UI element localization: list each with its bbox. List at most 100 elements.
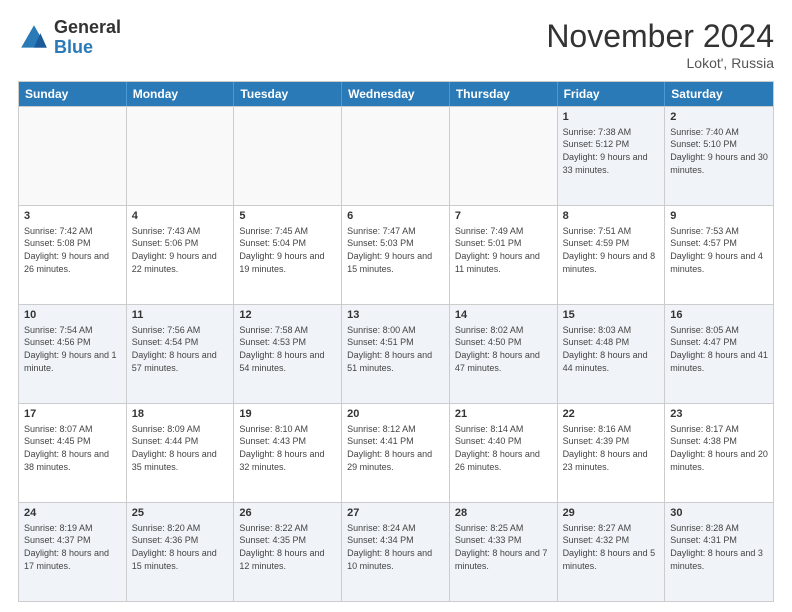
day-number-26: 26	[239, 506, 336, 521]
day-number-14: 14	[455, 308, 552, 323]
cell-info-25: Sunrise: 8:20 AM Sunset: 4:36 PM Dayligh…	[132, 522, 229, 572]
title-block: November 2024 Lokot', Russia	[546, 18, 774, 71]
cell-info-20: Sunrise: 8:12 AM Sunset: 4:41 PM Dayligh…	[347, 423, 444, 473]
day-number-17: 17	[24, 407, 121, 422]
calendar-row-2: 10Sunrise: 7:54 AM Sunset: 4:56 PM Dayli…	[19, 304, 773, 403]
cell-row1-col4: 7Sunrise: 7:49 AM Sunset: 5:01 PM Daylig…	[450, 206, 558, 304]
cell-row4-col3: 27Sunrise: 8:24 AM Sunset: 4:34 PM Dayli…	[342, 503, 450, 601]
cell-info-15: Sunrise: 8:03 AM Sunset: 4:48 PM Dayligh…	[563, 324, 660, 374]
day-number-8: 8	[563, 209, 660, 224]
day-number-10: 10	[24, 308, 121, 323]
day-number-30: 30	[670, 506, 768, 521]
day-number-5: 5	[239, 209, 336, 224]
header-thursday: Thursday	[450, 82, 558, 106]
cell-info-10: Sunrise: 7:54 AM Sunset: 4:56 PM Dayligh…	[24, 324, 121, 374]
day-number-22: 22	[563, 407, 660, 422]
cell-info-9: Sunrise: 7:53 AM Sunset: 4:57 PM Dayligh…	[670, 225, 768, 275]
day-number-21: 21	[455, 407, 552, 422]
cell-info-18: Sunrise: 8:09 AM Sunset: 4:44 PM Dayligh…	[132, 423, 229, 473]
day-number-25: 25	[132, 506, 229, 521]
cell-info-14: Sunrise: 8:02 AM Sunset: 4:50 PM Dayligh…	[455, 324, 552, 374]
header-saturday: Saturday	[665, 82, 773, 106]
header: General Blue November 2024 Lokot', Russi…	[18, 18, 774, 71]
cell-info-26: Sunrise: 8:22 AM Sunset: 4:35 PM Dayligh…	[239, 522, 336, 572]
cell-info-16: Sunrise: 8:05 AM Sunset: 4:47 PM Dayligh…	[670, 324, 768, 374]
day-number-24: 24	[24, 506, 121, 521]
cell-info-30: Sunrise: 8:28 AM Sunset: 4:31 PM Dayligh…	[670, 522, 768, 572]
cell-row2-col5: 15Sunrise: 8:03 AM Sunset: 4:48 PM Dayli…	[558, 305, 666, 403]
day-number-2: 2	[670, 110, 768, 125]
day-number-23: 23	[670, 407, 768, 422]
cell-info-5: Sunrise: 7:45 AM Sunset: 5:04 PM Dayligh…	[239, 225, 336, 275]
day-number-1: 1	[563, 110, 660, 125]
header-friday: Friday	[558, 82, 666, 106]
cell-row0-col5: 1Sunrise: 7:38 AM Sunset: 5:12 PM Daylig…	[558, 107, 666, 205]
cell-row3-col1: 18Sunrise: 8:09 AM Sunset: 4:44 PM Dayli…	[127, 404, 235, 502]
day-number-27: 27	[347, 506, 444, 521]
calendar-row-3: 17Sunrise: 8:07 AM Sunset: 4:45 PM Dayli…	[19, 403, 773, 502]
logo-blue-text: Blue	[54, 38, 121, 58]
cell-row1-col6: 9Sunrise: 7:53 AM Sunset: 4:57 PM Daylig…	[665, 206, 773, 304]
calendar-body: 1Sunrise: 7:38 AM Sunset: 5:12 PM Daylig…	[19, 106, 773, 601]
cell-row1-col2: 5Sunrise: 7:45 AM Sunset: 5:04 PM Daylig…	[234, 206, 342, 304]
day-number-11: 11	[132, 308, 229, 323]
cell-row2-col4: 14Sunrise: 8:02 AM Sunset: 4:50 PM Dayli…	[450, 305, 558, 403]
cell-row4-col6: 30Sunrise: 8:28 AM Sunset: 4:31 PM Dayli…	[665, 503, 773, 601]
cell-row4-col2: 26Sunrise: 8:22 AM Sunset: 4:35 PM Dayli…	[234, 503, 342, 601]
cell-info-29: Sunrise: 8:27 AM Sunset: 4:32 PM Dayligh…	[563, 522, 660, 572]
cell-info-21: Sunrise: 8:14 AM Sunset: 4:40 PM Dayligh…	[455, 423, 552, 473]
day-number-16: 16	[670, 308, 768, 323]
cell-row4-col1: 25Sunrise: 8:20 AM Sunset: 4:36 PM Dayli…	[127, 503, 235, 601]
cell-row0-col0	[19, 107, 127, 205]
cell-row3-col6: 23Sunrise: 8:17 AM Sunset: 4:38 PM Dayli…	[665, 404, 773, 502]
cell-info-12: Sunrise: 7:58 AM Sunset: 4:53 PM Dayligh…	[239, 324, 336, 374]
cell-row1-col3: 6Sunrise: 7:47 AM Sunset: 5:03 PM Daylig…	[342, 206, 450, 304]
calendar-header: Sunday Monday Tuesday Wednesday Thursday…	[19, 82, 773, 106]
day-number-9: 9	[670, 209, 768, 224]
cell-info-19: Sunrise: 8:10 AM Sunset: 4:43 PM Dayligh…	[239, 423, 336, 473]
cell-row3-col5: 22Sunrise: 8:16 AM Sunset: 4:39 PM Dayli…	[558, 404, 666, 502]
cell-info-2: Sunrise: 7:40 AM Sunset: 5:10 PM Dayligh…	[670, 126, 768, 176]
cell-info-27: Sunrise: 8:24 AM Sunset: 4:34 PM Dayligh…	[347, 522, 444, 572]
cell-row1-col5: 8Sunrise: 7:51 AM Sunset: 4:59 PM Daylig…	[558, 206, 666, 304]
cell-row1-col0: 3Sunrise: 7:42 AM Sunset: 5:08 PM Daylig…	[19, 206, 127, 304]
cell-info-1: Sunrise: 7:38 AM Sunset: 5:12 PM Dayligh…	[563, 126, 660, 176]
calendar-title: November 2024	[546, 18, 774, 55]
day-number-20: 20	[347, 407, 444, 422]
day-number-3: 3	[24, 209, 121, 224]
day-number-6: 6	[347, 209, 444, 224]
cell-row4-col0: 24Sunrise: 8:19 AM Sunset: 4:37 PM Dayli…	[19, 503, 127, 601]
cell-row3-col3: 20Sunrise: 8:12 AM Sunset: 4:41 PM Dayli…	[342, 404, 450, 502]
day-number-19: 19	[239, 407, 336, 422]
cell-info-6: Sunrise: 7:47 AM Sunset: 5:03 PM Dayligh…	[347, 225, 444, 275]
cell-row0-col4	[450, 107, 558, 205]
calendar: Sunday Monday Tuesday Wednesday Thursday…	[18, 81, 774, 602]
header-wednesday: Wednesday	[342, 82, 450, 106]
calendar-row-1: 3Sunrise: 7:42 AM Sunset: 5:08 PM Daylig…	[19, 205, 773, 304]
page: General Blue November 2024 Lokot', Russi…	[0, 0, 792, 612]
cell-info-28: Sunrise: 8:25 AM Sunset: 4:33 PM Dayligh…	[455, 522, 552, 572]
cell-row4-col5: 29Sunrise: 8:27 AM Sunset: 4:32 PM Dayli…	[558, 503, 666, 601]
cell-row0-col6: 2Sunrise: 7:40 AM Sunset: 5:10 PM Daylig…	[665, 107, 773, 205]
header-monday: Monday	[127, 82, 235, 106]
day-number-4: 4	[132, 209, 229, 224]
cell-info-24: Sunrise: 8:19 AM Sunset: 4:37 PM Dayligh…	[24, 522, 121, 572]
cell-row0-col2	[234, 107, 342, 205]
header-sunday: Sunday	[19, 82, 127, 106]
logo-text: General Blue	[54, 18, 121, 58]
logo: General Blue	[18, 18, 121, 58]
day-number-15: 15	[563, 308, 660, 323]
cell-row3-col2: 19Sunrise: 8:10 AM Sunset: 4:43 PM Dayli…	[234, 404, 342, 502]
cell-info-13: Sunrise: 8:00 AM Sunset: 4:51 PM Dayligh…	[347, 324, 444, 374]
cell-row3-col0: 17Sunrise: 8:07 AM Sunset: 4:45 PM Dayli…	[19, 404, 127, 502]
logo-general-text: General	[54, 18, 121, 38]
cell-info-3: Sunrise: 7:42 AM Sunset: 5:08 PM Dayligh…	[24, 225, 121, 275]
logo-icon	[18, 22, 50, 54]
day-number-13: 13	[347, 308, 444, 323]
cell-row0-col1	[127, 107, 235, 205]
day-number-7: 7	[455, 209, 552, 224]
header-tuesday: Tuesday	[234, 82, 342, 106]
cell-row2-col3: 13Sunrise: 8:00 AM Sunset: 4:51 PM Dayli…	[342, 305, 450, 403]
cell-row2-col0: 10Sunrise: 7:54 AM Sunset: 4:56 PM Dayli…	[19, 305, 127, 403]
day-number-18: 18	[132, 407, 229, 422]
